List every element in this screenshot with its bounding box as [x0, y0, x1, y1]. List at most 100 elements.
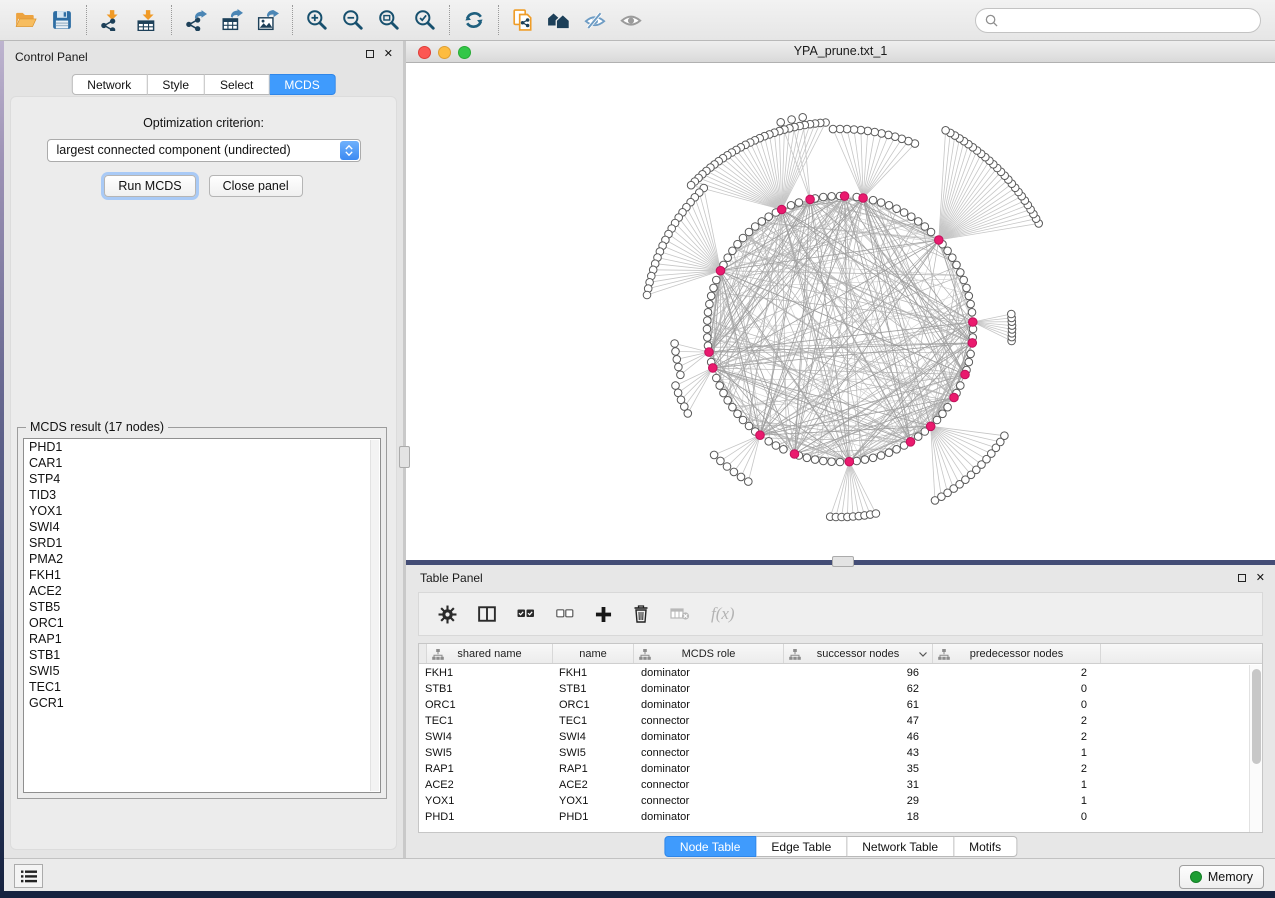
tab-mcds[interactable]: MCDS	[269, 74, 335, 95]
memory-button[interactable]: Memory	[1179, 865, 1264, 889]
mcds-result-item[interactable]: CAR1	[24, 455, 380, 471]
mcds-result-item[interactable]: TEC1	[24, 679, 380, 695]
close-panel-button[interactable]: Close panel	[209, 175, 303, 197]
import-table-icon	[136, 9, 158, 31]
control-panel-tabs: NetworkStyleSelectMCDS	[71, 74, 335, 95]
column-header-predecessor-nodes[interactable]: predecessor nodes	[933, 644, 1101, 663]
function-builder-button[interactable]: f(x)	[711, 604, 735, 624]
mcds-result-item[interactable]: FKH1	[24, 567, 380, 583]
zoom-fit-button[interactable]	[371, 3, 407, 37]
column-header-successor-nodes[interactable]: successor nodes	[784, 644, 933, 663]
mcds-result-item[interactable]: STP4	[24, 471, 380, 487]
zoom-out-button[interactable]	[335, 3, 371, 37]
table-row[interactable]: FKH1FKH1dominator962	[419, 665, 1248, 681]
deselect-all-button[interactable]	[556, 609, 574, 619]
delete-table-button[interactable]	[670, 607, 690, 621]
table-row[interactable]: RAP1RAP1dominator352	[419, 761, 1248, 777]
column-header-shared-name[interactable]: shared name	[427, 644, 553, 663]
mcds-result-item[interactable]: GCR1	[24, 695, 380, 711]
mcds-result-item[interactable]: SRD1	[24, 535, 380, 551]
zoom-selected-button[interactable]	[407, 3, 443, 37]
refresh-view-button[interactable]	[456, 3, 492, 37]
hide-selected-button[interactable]	[577, 3, 613, 37]
cell: dominator	[634, 697, 784, 713]
network-window-titlebar[interactable]: YPA_prune.txt_1	[406, 41, 1275, 63]
vertical-splitter-grip[interactable]	[399, 446, 410, 468]
mcds-result-item[interactable]: SWI5	[24, 663, 380, 679]
mcds-result-item[interactable]: SWI4	[24, 519, 380, 535]
column-header-MCDS-role[interactable]: MCDS role	[634, 644, 784, 663]
mcds-result-item[interactable]: STB5	[24, 599, 380, 615]
import-table-button[interactable]	[129, 3, 165, 37]
mcds-list-scrollbar[interactable]	[370, 440, 379, 791]
zoom-in-button[interactable]	[299, 3, 335, 37]
mcds-result-item[interactable]: STB1	[24, 647, 380, 663]
table-row[interactable]: STB1STB1dominator620	[419, 681, 1248, 697]
tab-edge-table[interactable]: Edge Table	[756, 836, 847, 857]
cell: 46	[784, 729, 933, 745]
cell: 2	[933, 665, 1101, 681]
save-session-button[interactable]	[44, 3, 80, 37]
mcds-result-item[interactable]: TID3	[24, 487, 380, 503]
open-file-button[interactable]	[8, 3, 44, 37]
cell: ORC1	[553, 697, 634, 713]
network-graph[interactable]	[406, 63, 1275, 560]
table-row[interactable]: PHD1PHD1dominator180	[419, 809, 1248, 825]
close-panel-icon[interactable]: ✕	[384, 50, 393, 58]
run-mcds-button[interactable]: Run MCDS	[104, 175, 195, 197]
first-neighbors-button[interactable]	[541, 3, 577, 37]
export-image-button[interactable]	[250, 3, 286, 37]
tab-motifs[interactable]: Motifs	[954, 836, 1017, 857]
mcds-result-item[interactable]: ACE2	[24, 583, 380, 599]
mcds-result-item[interactable]: PMA2	[24, 551, 380, 567]
open-folder-icon	[15, 10, 37, 30]
cell: SWI4	[419, 729, 553, 745]
mcds-result-item[interactable]: YOX1	[24, 503, 380, 519]
horizontal-splitter-grip[interactable]	[832, 556, 854, 567]
search-field[interactable]	[975, 8, 1261, 33]
column-label: successor nodes	[817, 648, 900, 660]
column-type-icon	[432, 649, 444, 660]
tab-select[interactable]: Select	[205, 74, 269, 95]
tab-network-table[interactable]: Network Table	[847, 836, 954, 857]
column-header-name[interactable]: name	[553, 644, 634, 663]
show-panels-button[interactable]	[14, 864, 43, 888]
float-panel-icon[interactable]	[1238, 574, 1246, 582]
criterion-dropdown[interactable]: largest connected component (undirected)	[47, 139, 361, 162]
cell: dominator	[634, 681, 784, 697]
float-panel-icon[interactable]	[366, 50, 374, 58]
mcds-result-item[interactable]: RAP1	[24, 631, 380, 647]
show-all-button[interactable]	[613, 3, 649, 37]
table-settings-button[interactable]	[438, 605, 457, 624]
tab-network[interactable]: Network	[71, 74, 147, 95]
search-input[interactable]	[1003, 14, 1260, 28]
table-row[interactable]: SWI4SWI4dominator462	[419, 729, 1248, 745]
tab-style[interactable]: Style	[147, 74, 205, 95]
table-scrollbar[interactable]	[1249, 665, 1262, 832]
cell: 61	[784, 697, 933, 713]
tab-node-table[interactable]: Node Table	[664, 836, 757, 857]
export-table-button[interactable]	[214, 3, 250, 37]
import-network-button[interactable]	[93, 3, 129, 37]
cell: connector	[634, 777, 784, 793]
mcds-result-list[interactable]: PHD1CAR1STP4TID3YOX1SWI4SRD1PMA2FKH1ACE2…	[23, 438, 381, 793]
select-all-button[interactable]	[517, 609, 535, 619]
table-scrollbar-thumb[interactable]	[1252, 669, 1261, 764]
table-row[interactable]: ORC1ORC1dominator610	[419, 697, 1248, 713]
close-panel-icon[interactable]: ✕	[1256, 574, 1265, 582]
export-network-button[interactable]	[178, 3, 214, 37]
table-row[interactable]: TEC1TEC1connector472	[419, 713, 1248, 729]
cell: YOX1	[419, 793, 553, 809]
network-canvas[interactable]	[406, 63, 1275, 560]
cell: ORC1	[419, 697, 553, 713]
duplicate-network-button[interactable]	[505, 3, 541, 37]
table-row[interactable]: YOX1YOX1connector291	[419, 793, 1248, 809]
table-row[interactable]: ACE2ACE2connector311	[419, 777, 1248, 793]
mcds-result-item[interactable]: ORC1	[24, 615, 380, 631]
mcds-result-item[interactable]: PHD1	[24, 439, 380, 455]
table-row[interactable]: SWI5SWI5connector431	[419, 745, 1248, 761]
show-columns-button[interactable]	[478, 606, 496, 622]
delete-row-button[interactable]	[633, 605, 649, 623]
control-panel-title: Control Panel	[15, 50, 88, 64]
add-row-button[interactable]	[595, 606, 612, 623]
